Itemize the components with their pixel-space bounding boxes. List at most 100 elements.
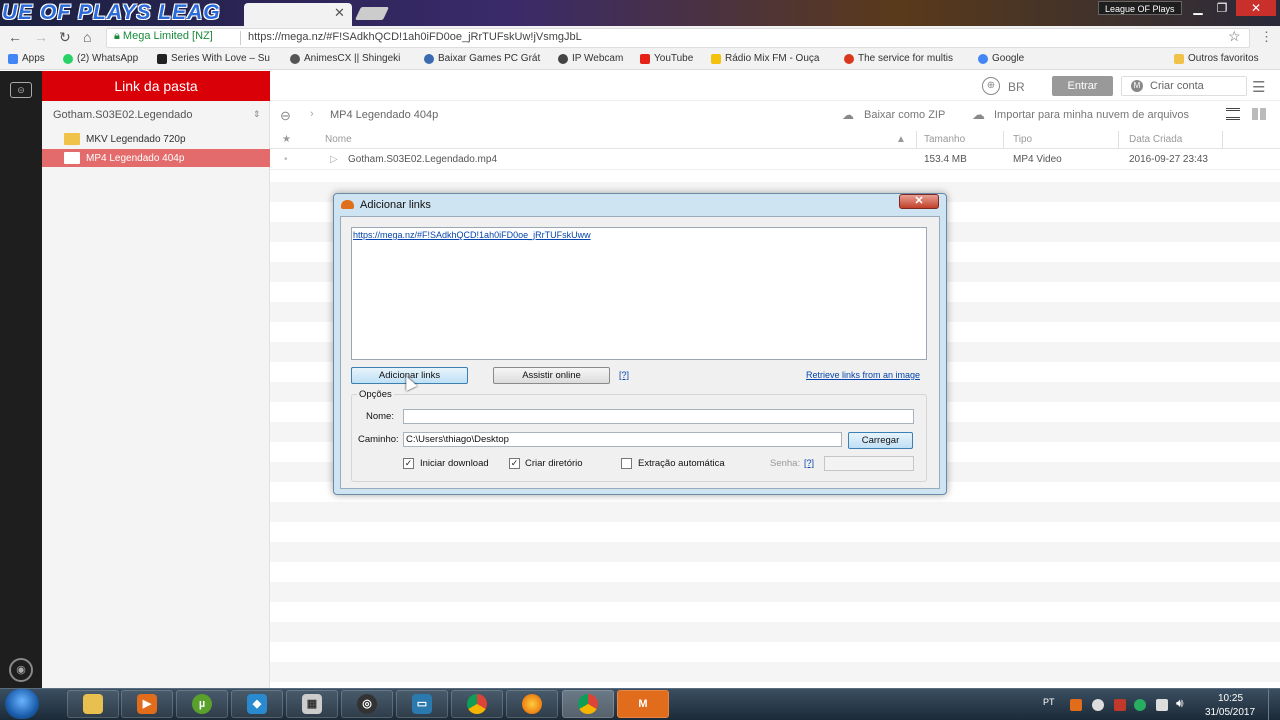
bookmark-whatsapp[interactable]: (2) WhatsApp [63,53,138,64]
breadcrumb-current[interactable]: MP4 Legendado 404p [330,109,438,121]
auto-extract-label: Extração automática [638,458,725,469]
cloud-import-icon[interactable]: ☁ [972,107,985,123]
clock-date[interactable]: 31/05/2017 [1205,707,1255,718]
taskbar-explorer[interactable] [67,690,119,718]
bookmark-multis[interactable]: The service for multis [844,53,953,64]
column-size[interactable]: Tamanho [924,134,965,145]
empty-row [270,662,1280,682]
profile-label[interactable]: League OF Plays [1098,1,1182,15]
start-download-checkbox[interactable]: ✓ [403,458,414,469]
whatsapp-icon [63,53,73,64]
bookmark-animes[interactable]: AnimesCX || Shingeki [290,53,400,64]
browse-button[interactable]: Carregar [848,432,913,449]
path-field[interactable]: C:\Users\thiago\Desktop [403,432,842,447]
window-close-icon[interactable]: ✕ [1236,0,1276,16]
bookmark-radio[interactable]: Rádio Mix FM - Ouça [711,53,819,64]
column-divider [1118,131,1119,148]
watch-online-button[interactable]: Assistir online [493,367,610,384]
chevron-right-icon: › [310,108,314,120]
taskbar-firefox[interactable] [506,690,558,718]
column-divider [916,131,917,148]
sort-asc-icon[interactable]: ▲ [896,134,906,145]
other-bookmarks[interactable]: Outros favoritos [1174,53,1259,64]
column-type[interactable]: Tipo [1013,134,1032,145]
tab-close-icon[interactable]: ✕ [334,5,345,21]
mega-tray-icon[interactable] [1070,699,1082,711]
login-button[interactable]: Entrar [1052,76,1113,96]
password-help-link[interactable]: [?] [804,458,814,468]
bookmark-series[interactable]: Series With Love – Su [157,53,270,64]
network-tray-icon[interactable] [1092,699,1104,711]
file-name[interactable]: Gotham.S03E02.Legendado.mp4 [348,154,497,165]
list-view-icon[interactable] [1226,108,1240,120]
lock-icon: 🔒︎ [114,30,120,42]
transfers-icon[interactable]: ◉ [9,658,33,682]
column-date[interactable]: Data Criada [1129,134,1182,145]
language-label[interactable]: BR [1008,80,1025,94]
bookmark-ipwebcam[interactable]: IP Webcam [558,53,623,64]
password-field[interactable] [824,456,914,471]
forward-icon[interactable]: → [34,29,48,45]
taskbar-utorrent[interactable]: µ [176,690,228,718]
taskbar-megasync[interactable]: M [617,690,669,718]
flag-tray-icon[interactable] [1156,699,1168,711]
security-tray-icon[interactable] [1114,699,1126,711]
sort-caret-icon[interactable]: ⇕ [253,109,261,120]
folder-link-icon[interactable]: ⊝ [10,82,32,98]
auto-extract-checkbox[interactable] [621,458,632,469]
url-text[interactable]: https://mega.nz/#F!SAdkhQCD!1ah0iFD0oe_j… [248,31,582,43]
sidebar-item-mp4[interactable]: MP4 Legendado 404p [42,149,270,167]
sidebar-title: Link da pasta [42,71,270,101]
empty-row [270,542,1280,562]
column-name[interactable]: Nome [325,134,352,145]
maximize-icon[interactable]: ❐ [1212,0,1232,16]
star-column-icon[interactable]: ★ [282,134,291,145]
dialog-close-icon[interactable]: ✕ [899,194,939,209]
minimize-icon[interactable]: ▁ [1188,0,1208,16]
links-text[interactable]: https://mega.nz/#F!SAdkhQCD!1ah0iFD0oe_j… [353,230,591,240]
bookmark-apps[interactable]: Apps [8,53,45,64]
sidebar-item-mkv[interactable]: MKV Legendado 720p [42,130,270,148]
options-legend: Opções [357,389,394,400]
secure-badge[interactable]: 🔒︎ Mega Limited [NZ] [114,30,213,43]
globe-icon[interactable]: ⊕ [982,77,1000,95]
download-zip-button[interactable]: Baixar como ZIP [864,109,945,121]
taskbar-obs[interactable]: ◎ [341,690,393,718]
show-desktop-button[interactable] [1268,689,1280,720]
retrieve-from-image-link[interactable]: Retrieve links from an image [806,370,920,380]
taskbar-app[interactable]: ▦ [286,690,338,718]
back-icon[interactable]: ← [8,29,22,45]
create-dir-checkbox[interactable]: ✓ [509,458,520,469]
cloud-download-icon[interactable]: ☁ [842,108,854,122]
name-field[interactable] [403,409,914,424]
bookmark-google[interactable]: Google [978,53,1024,64]
help-link[interactable]: [?] [619,370,629,380]
home-icon[interactable]: ⌂ [83,29,91,45]
file-size: 153.4 MB [924,154,967,165]
import-button[interactable]: Importar para minha nuvem de arquivos [994,109,1189,121]
bookmark-star-icon[interactable]: ☆ [1228,28,1241,45]
radio-icon [711,53,721,64]
start-button[interactable] [5,689,39,719]
clock-time[interactable]: 10:25 [1218,693,1243,704]
sync-tray-icon[interactable] [1134,699,1146,711]
reload-icon[interactable]: ↻ [59,29,71,46]
links-textarea[interactable] [351,227,927,360]
grid-view-icon[interactable] [1252,108,1266,120]
path-label: Caminho: [358,434,399,445]
secure-label: Mega Limited [NZ] [122,30,213,42]
bookmark-games[interactable]: Baixar Games PC Grát [424,53,540,64]
bookmark-youtube[interactable]: YouTube [640,53,693,64]
browser-menu-icon[interactable]: ⋮ [1260,29,1273,45]
volume-icon[interactable]: 🔊︎ [1176,696,1184,711]
hamburger-menu-icon[interactable]: ☰ [1252,78,1265,96]
taskbar-media-player[interactable]: ▶ [121,690,173,718]
taskbar-chrome-active[interactable] [562,690,614,718]
taskbar-chrome[interactable] [451,690,503,718]
apps-grid-icon [8,53,18,64]
root-folder-name[interactable]: Gotham.S03E02.Legendado [53,109,192,121]
input-language[interactable]: PT [1043,697,1055,707]
taskbar-recorder[interactable]: ▭ [396,690,448,718]
link-icon[interactable]: ⊖ [280,108,291,124]
taskbar-kodi[interactable]: ◆ [231,690,283,718]
